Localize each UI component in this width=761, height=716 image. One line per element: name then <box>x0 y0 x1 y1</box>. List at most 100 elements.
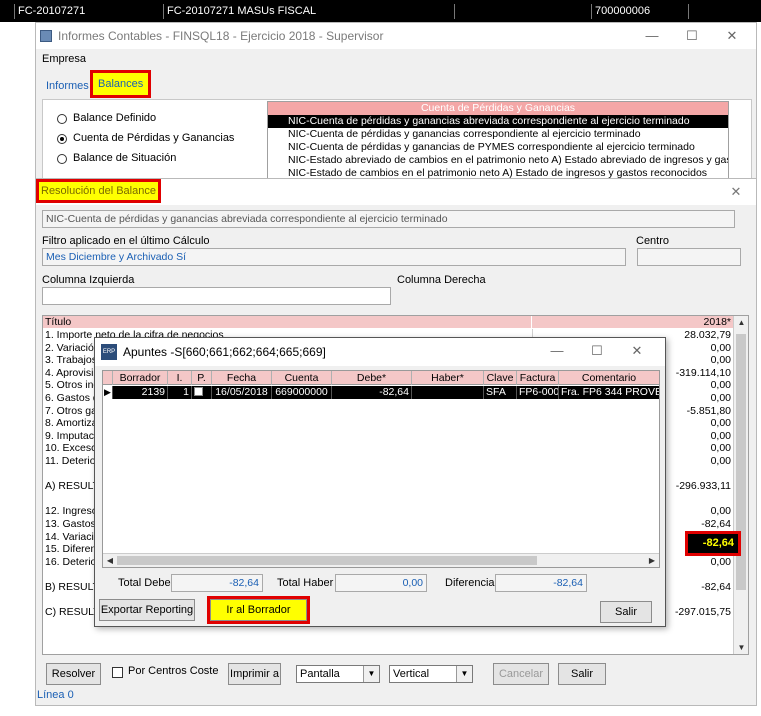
status-line: Línea 0 <box>37 689 74 701</box>
report-name-field: NIC-Cuenta de pérdidas y ganancias abrev… <box>42 210 735 228</box>
grid-header-year: 2018* <box>532 316 734 328</box>
diferencia-label: Diferencia <box>445 577 495 589</box>
cell-comentario[interactable]: Fra. FP6 344 PROVEE <box>559 386 659 399</box>
apuntes-salir-button[interactable]: Salir <box>600 601 652 623</box>
apuntes-title: Apuntes -S[660;661;662;664;665;669] <box>123 345 326 359</box>
left-column-input[interactable] <box>42 287 391 305</box>
cell-i[interactable]: 1 <box>168 386 192 399</box>
col-clave[interactable]: Clave <box>484 371 517 385</box>
report-list-item[interactable]: NIC-Cuenta de pérdidas y ganancias de PY… <box>268 141 728 154</box>
col-debe[interactable]: Debe* <box>332 371 412 385</box>
maximize-icon[interactable]: ☐ <box>577 338 617 364</box>
maximize-icon[interactable]: ☐ <box>672 23 712 49</box>
scroll-down-icon[interactable]: ▼ <box>734 643 748 652</box>
cell-factura[interactable]: FP6-000 <box>517 386 559 399</box>
filter-value-field: Mes Diciembre y Archivado Sí <box>42 248 626 266</box>
tab-balances[interactable]: Balances <box>89 70 152 98</box>
cell-debe[interactable]: -82,64 <box>332 386 412 399</box>
top-bar-cell-number: 700000006 <box>591 4 687 19</box>
highlighted-value[interactable]: -82,64 <box>685 531 741 556</box>
col-cuenta[interactable]: Cuenta <box>272 371 332 385</box>
total-haber-value: 0,00 <box>335 574 427 592</box>
centro-field <box>637 248 741 266</box>
minimize-icon[interactable]: — <box>632 23 672 49</box>
col-p[interactable]: P. <box>192 371 212 385</box>
top-bar-cell-end <box>688 4 758 19</box>
total-debe-label: Total Debe <box>118 577 171 589</box>
informes-window: Informes Contables - FINSQL18 - Ejercici… <box>35 22 757 193</box>
orientation-select[interactable]: Vertical ▼ <box>389 665 473 683</box>
close-icon[interactable]: ✕ <box>712 23 752 49</box>
grid-scrollbar[interactable]: ▲ ▼ <box>733 316 748 654</box>
col-i[interactable]: I. <box>168 371 192 385</box>
filter-label: Filtro aplicado en el último Cálculo <box>42 235 210 247</box>
col-factura[interactable]: Factura <box>517 371 559 385</box>
chevron-down-icon[interactable]: ▼ <box>363 666 379 682</box>
cell-p-checkbox[interactable] <box>194 387 203 396</box>
ir-al-borrador-button[interactable]: Ir al Borrador <box>207 596 310 624</box>
report-list-item[interactable]: NIC-Estado abreviado de cambios en el pa… <box>268 154 728 167</box>
scroll-right-icon[interactable]: ▶ <box>647 556 657 565</box>
por-centros-checkbox[interactable] <box>112 667 123 678</box>
apuntes-row[interactable]: ▶ 2139 1 16/05/2018 669000000 -82,64 SFA… <box>103 386 659 399</box>
grid-header-title: Título <box>43 316 531 328</box>
erp-icon: ERP <box>101 344 117 360</box>
cell-borrador[interactable]: 2139 <box>113 386 168 399</box>
apuntes-hscrollbar[interactable]: ◀ ▶ <box>103 553 659 567</box>
cell-cuenta[interactable]: 669000000 <box>272 386 332 399</box>
tab-informes[interactable]: Informes <box>46 78 89 94</box>
cell-haber[interactable] <box>412 386 484 399</box>
minimize-icon[interactable]: — <box>537 338 577 364</box>
informes-title: Informes Contables - FINSQL18 - Ejercici… <box>58 29 384 43</box>
total-haber-label: Total Haber <box>277 577 334 589</box>
report-list-item[interactable]: NIC-Cuenta de pérdidas y ganancias abrev… <box>268 115 728 128</box>
left-column-label: Columna Izquierda <box>42 274 135 286</box>
informes-titlebar: Informes Contables - FINSQL18 - Ejercici… <box>36 23 756 49</box>
close-icon[interactable]: ✕ <box>617 338 657 364</box>
scroll-up-icon[interactable]: ▲ <box>734 318 748 327</box>
total-debe-value: -82,64 <box>171 574 263 592</box>
col-comentario[interactable]: Comentario <box>559 371 659 385</box>
salir-button[interactable]: Salir <box>558 663 606 685</box>
output-select-value: Pantalla <box>300 668 340 680</box>
row-pointer-icon: ▶ <box>103 386 113 399</box>
col-fecha[interactable]: Fecha <box>212 371 272 385</box>
radio-label-balance-situacion: Balance de Situación <box>73 152 177 164</box>
top-bar-cell-code: FC-20107271 <box>14 4 162 19</box>
report-list-item[interactable]: NIC-Cuenta de pérdidas y ganancias corre… <box>268 128 728 141</box>
row-indicator-header <box>103 371 113 385</box>
cell-fecha[interactable]: 16/05/2018 <box>212 386 272 399</box>
apuntes-titlebar: ERP Apuntes -S[660;661;662;664;665;669] … <box>95 338 665 366</box>
resolucion-titlebar: Resolución del Balance ✕ <box>36 179 756 205</box>
app-icon <box>40 30 52 42</box>
top-bar-cell-name: FC-20107271 MASUs FISCAL <box>163 4 453 19</box>
cell-clave[interactable]: SFA <box>484 386 517 399</box>
cell-p[interactable] <box>192 386 212 399</box>
report-list-header: Cuenta de Pérdidas y Ganancias <box>268 102 728 115</box>
radio-balance-situacion[interactable] <box>57 154 67 164</box>
output-select[interactable]: Pantalla ▼ <box>296 665 380 683</box>
col-borrador[interactable]: Borrador <box>113 371 168 385</box>
apuntes-header: Borrador I. P. Fecha Cuenta Debe* Haber*… <box>103 371 659 385</box>
top-bar-cell-empty <box>454 4 590 19</box>
top-bar: FC-20107271 FC-20107271 MASUs FISCAL 700… <box>0 0 761 22</box>
radio-cuenta-pyg[interactable] <box>57 134 67 144</box>
radio-label-balance-definido: Balance Definido <box>73 112 157 124</box>
resolucion-title: Resolución del Balance <box>36 179 161 203</box>
exportar-reporting-button[interactable]: Exportar Reporting <box>99 599 195 621</box>
por-centros-label: Por Centros Coste <box>128 665 219 677</box>
resolver-button[interactable]: Resolver <box>46 663 101 685</box>
orientation-select-value: Vertical <box>393 668 430 680</box>
menu-empresa[interactable]: Empresa <box>42 53 86 65</box>
hscroll-thumb[interactable] <box>117 556 537 565</box>
cancelar-button[interactable]: Cancelar <box>493 663 549 685</box>
apuntes-window: ERP Apuntes -S[660;661;662;664;665;669] … <box>94 337 666 627</box>
radio-balance-definido[interactable] <box>57 114 67 124</box>
scroll-left-icon[interactable]: ◀ <box>105 556 115 565</box>
radio-label-cuenta-pyg: Cuenta de Pérdidas y Ganancias <box>73 132 235 144</box>
chevron-down-icon[interactable]: ▼ <box>456 666 472 682</box>
imprimir-button[interactable]: Imprimir a <box>228 663 281 685</box>
resolucion-close-icon[interactable]: ✕ <box>716 179 756 205</box>
col-haber[interactable]: Haber* <box>412 371 484 385</box>
apuntes-grid[interactable]: Borrador I. P. Fecha Cuenta Debe* Haber*… <box>102 370 660 568</box>
